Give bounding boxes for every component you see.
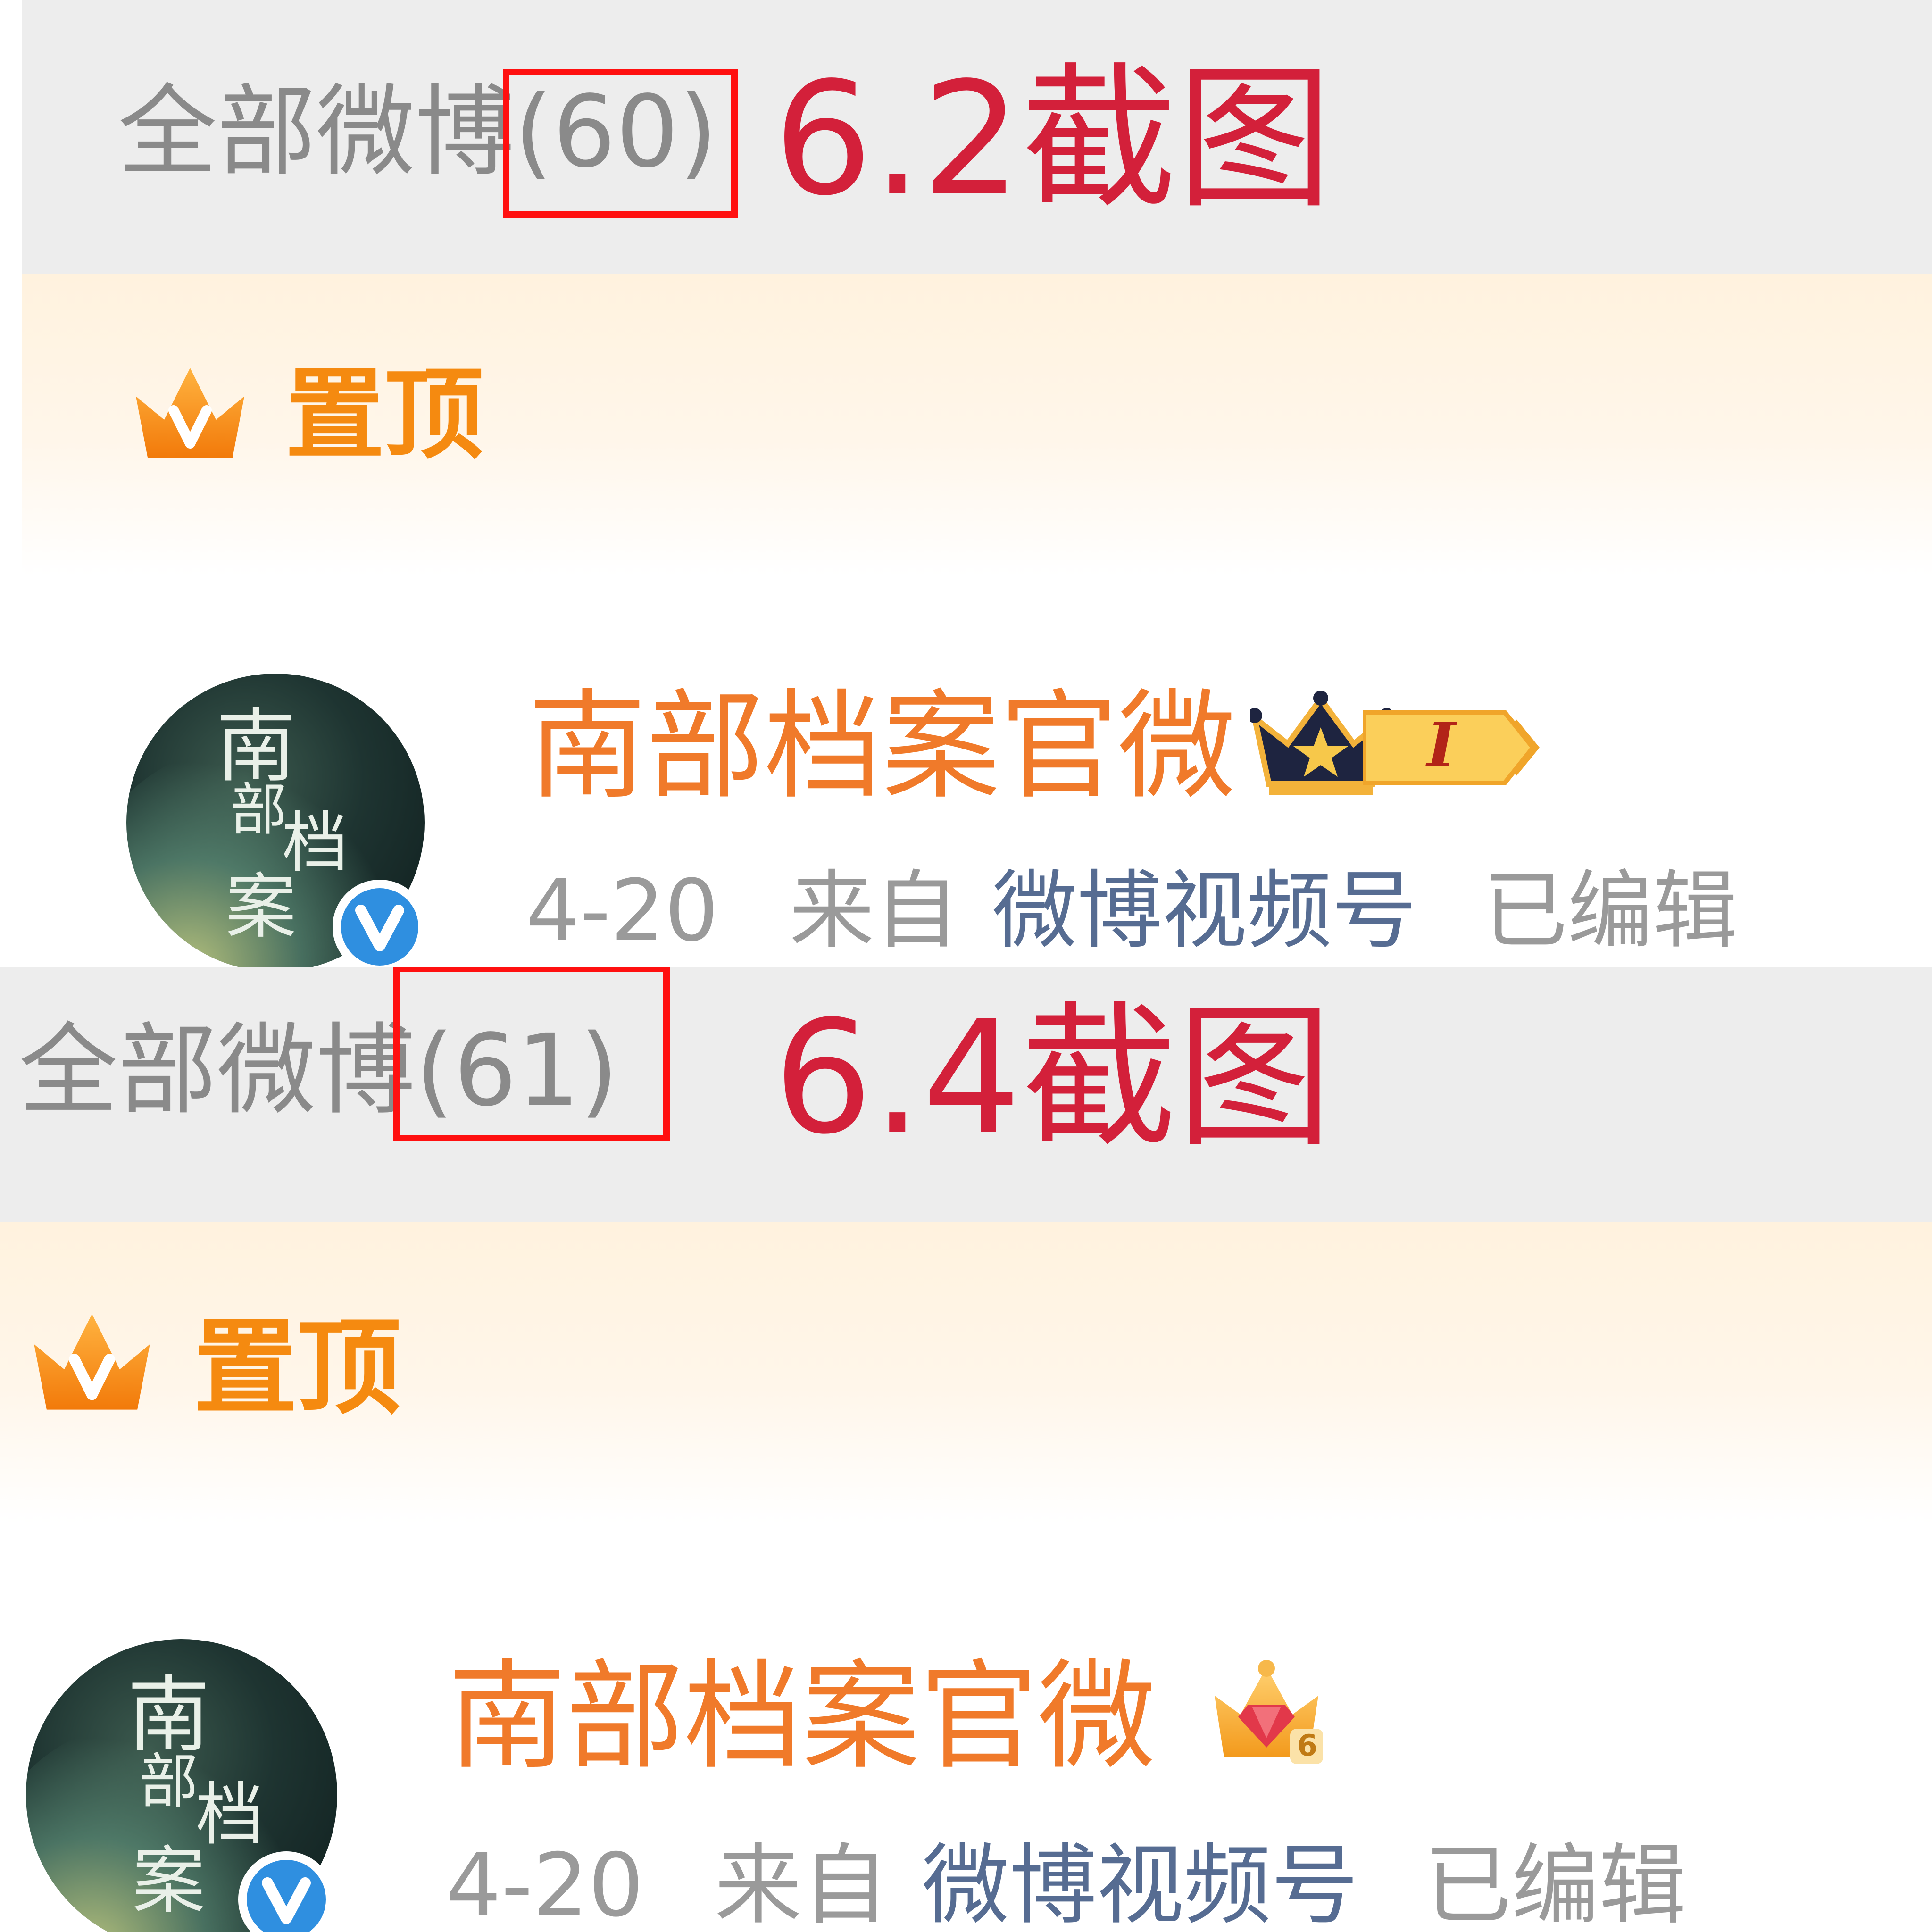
avatar-char: 部 (139, 1748, 198, 1816)
post-from-label: 来自 (789, 862, 959, 960)
post-date: 4-20 (526, 862, 719, 960)
avatar-char: 南 (127, 1668, 210, 1764)
post-meta: 4-20 来自 微博视频号 已编辑 (526, 869, 1738, 954)
post-source-link[interactable]: 微博视频号 (922, 1842, 1358, 1929)
post-source-link[interactable]: 微博视频号 (992, 869, 1417, 954)
username[interactable]: 南部档案官微 (528, 688, 1236, 806)
diamond-crown-icon: 6 (1208, 1658, 1325, 1771)
member-level-text: I (1427, 709, 1456, 781)
count-highlight-box (503, 69, 738, 218)
post-edited-label[interactable]: 已编辑 (1483, 869, 1738, 954)
post-meta: 4-20 来自 微博视频号 已编辑 (446, 1842, 1686, 1929)
screenshot-panel-6-4: 全部微博(61) 6.4截图 置顶 南 部 档 案 南部档案官微 6 4-20 … (0, 967, 1932, 1932)
screenshot-panel-6-2: 全部微博(60) 6.2截图 置顶 南 部 档 案 南部档案官微 I 4-20 … (0, 0, 1932, 967)
avatar-char: 南 (216, 700, 297, 793)
pinned-label: 置顶 (193, 1307, 401, 1428)
avatar-char: 部 (230, 777, 287, 843)
post-from-label: 来自 (714, 1834, 889, 1932)
screenshot-date-annotation: 6.2截图 (774, 49, 1332, 230)
verified-v-icon (238, 1851, 334, 1932)
crown-v-icon (136, 368, 244, 458)
pinned-label: 置顶 (285, 357, 484, 473)
crown-v-icon (34, 1314, 150, 1410)
avatar-char: 案 (225, 866, 297, 948)
member-level-badge: I (1363, 703, 1547, 792)
member-level-text: 6 (1297, 1728, 1318, 1763)
count-highlight-box (393, 967, 670, 1141)
username[interactable]: 南部档案官微 (448, 1658, 1156, 1776)
screenshot-date-annotation: 6.4截图 (774, 987, 1332, 1168)
post-date: 4-20 (446, 1834, 644, 1932)
verified-v-icon (333, 880, 427, 967)
post-edited-label[interactable]: 已编辑 (1424, 1842, 1686, 1929)
avatar-char: 档 (196, 1775, 264, 1855)
avatar-char: 案 (132, 1838, 205, 1924)
